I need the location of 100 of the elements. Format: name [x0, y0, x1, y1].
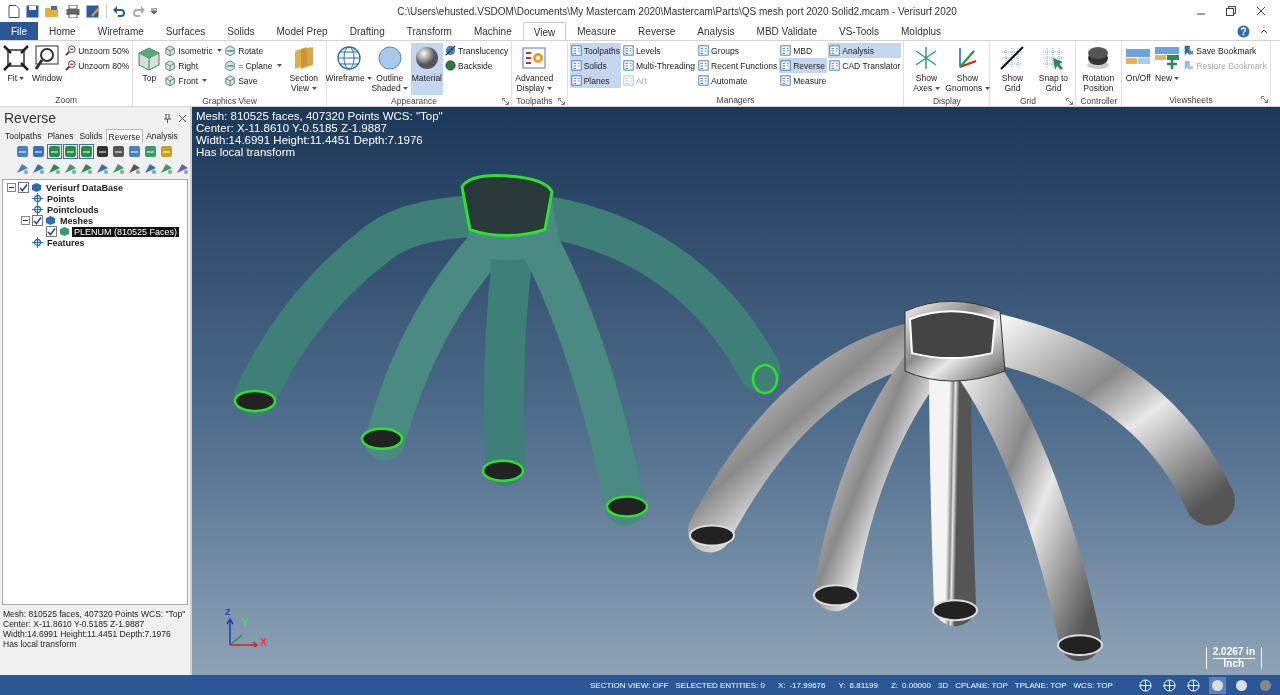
ribbon-tab[interactable]: Analysis — [686, 22, 746, 40]
ribbon-button[interactable]: Section View — [283, 43, 324, 95]
status-text[interactable]: 3D — [937, 680, 949, 690]
shading-mode-icon[interactable] — [1185, 676, 1202, 694]
status-text[interactable]: CPLANE: TOP — [955, 680, 1008, 690]
ribbon-button[interactable]: Rotation Position — [1078, 43, 1119, 95]
ribbon-button[interactable]: Unzoom 80% — [64, 58, 131, 73]
collapse-icon[interactable] — [1260, 28, 1268, 34]
ribbon-button[interactable]: Levels — [622, 43, 697, 58]
ribbon-tab[interactable]: Moldplus — [890, 22, 953, 40]
ribbon-button[interactable]: Unzoom 50% — [64, 43, 131, 58]
ribbon-button[interactable]: Recent Functions — [697, 58, 779, 73]
status-text[interactable]: WCS: TOP — [1073, 680, 1113, 690]
toolbar-icon[interactable] — [96, 145, 109, 158]
ribbon-button[interactable]: Groups — [697, 43, 779, 58]
dialog-launcher-icon[interactable] — [557, 98, 565, 105]
shading-mode-icon[interactable] — [1161, 676, 1178, 694]
ribbon-tab[interactable]: Surfaces — [154, 22, 217, 40]
ribbon-button[interactable]: Isometric — [164, 43, 224, 58]
tree-item[interactable]: Features — [45, 237, 87, 248]
ribbon-button[interactable]: Planes — [569, 73, 621, 88]
ribbon-button[interactable]: Fit — [2, 43, 30, 93]
ribbon-button[interactable]: Rotate — [224, 43, 283, 58]
ribbon-button[interactable]: New — [1153, 43, 1182, 93]
ribbon-tab[interactable]: MBD Validate — [745, 22, 828, 40]
panel-tab[interactable]: Analysis — [143, 129, 181, 143]
ribbon-tab[interactable]: Drafting — [338, 22, 396, 40]
pin-icon[interactable] — [164, 113, 171, 123]
ribbon-button[interactable]: Reverse — [779, 58, 828, 73]
ribbon-button[interactable]: Toolpaths — [569, 43, 621, 58]
expander-icon[interactable] — [7, 183, 16, 192]
print-icon[interactable] — [66, 4, 80, 18]
ribbon-button[interactable]: Translucency — [444, 43, 510, 58]
panel-tab[interactable]: Reverse — [105, 129, 144, 143]
folder-icon[interactable] — [45, 4, 60, 18]
ribbon-button[interactable]: Snap to Grid — [1033, 43, 1074, 95]
ribbon-button[interactable]: Front — [164, 73, 224, 88]
tree-item[interactable]: Verisurf DataBase — [44, 182, 126, 193]
expander-icon[interactable] — [21, 216, 30, 225]
help-icon[interactable] — [1237, 24, 1250, 38]
caret-icon — [546, 87, 552, 91]
checkbox[interactable] — [32, 215, 43, 226]
ribbon-button[interactable]: Automate — [697, 73, 779, 88]
ribbon-button[interactable]: Analysis — [828, 43, 902, 58]
ribbon-button[interactable]: Advanced Display — [514, 43, 555, 95]
caret-icon[interactable] — [151, 8, 157, 14]
ribbon-tab[interactable]: VS-Tools — [828, 22, 891, 40]
caret-icon — [276, 64, 282, 67]
toolbar-icon[interactable] — [128, 162, 141, 175]
undo-icon[interactable] — [113, 4, 126, 18]
tree-item[interactable]: Meshes — [58, 215, 96, 226]
panel-tab[interactable]: Solids — [76, 129, 106, 143]
ribbon-tab[interactable]: Measure — [566, 22, 628, 40]
graphics-viewport[interactable]: Mesh: 810525 faces, 407320 Points WCS: "Top" Center: X-11.8610 Y-0.5185 Z-1.9887 Width:14.6991 Height:11.4451 Depth:7.1976 Has local transform Z Y X 2.0267 in Inch — [192, 107, 1280, 675]
ribbon-tab[interactable]: Transform — [395, 22, 463, 40]
ribbon-button[interactable]: Window — [31, 43, 64, 93]
ribbon-button[interactable]: Save Bookmark — [1182, 43, 1268, 58]
file-tab[interactable]: File — [0, 22, 38, 40]
ribbon-button[interactable]: Show Gnomons — [947, 43, 988, 95]
ribbon-button[interactable]: MBD — [779, 43, 828, 58]
ribbon-button[interactable]: Material — [410, 43, 443, 95]
save-as-icon[interactable] — [86, 4, 100, 18]
tree-item[interactable]: PLENUM (810525 Faces) — [72, 226, 180, 237]
ribbon-button[interactable]: Backside — [444, 58, 510, 73]
ribbon-tab[interactable]: Home — [38, 22, 87, 40]
ribbon-button[interactable]: Outline Shaded — [369, 43, 410, 95]
dialog-launcher-icon[interactable] — [1260, 96, 1268, 103]
ribbon-button[interactable]: = Cplane — [224, 58, 283, 73]
tree-item[interactable]: Points — [45, 193, 77, 204]
ribbon-button[interactable]: Solids — [569, 58, 621, 73]
panel-tab[interactable]: Toolpaths — [2, 129, 45, 143]
new-file-icon[interactable] — [8, 4, 20, 18]
restore-icon[interactable] — [1226, 6, 1236, 16]
ribbon-button[interactable]: Show Grid — [992, 43, 1033, 95]
ribbon-button[interactable]: Top — [135, 43, 164, 95]
tree-item[interactable]: Pointclouds — [45, 204, 101, 215]
dialog-launcher-icon[interactable] — [1066, 98, 1074, 105]
panel-tab[interactable]: Planes — [44, 129, 77, 143]
ribbon-tab[interactable]: Model Prep — [265, 22, 339, 40]
shading-mode-icon[interactable] — [1209, 676, 1226, 694]
ribbon-button[interactable]: On/Off — [1124, 43, 1153, 93]
close-icon[interactable] — [1256, 6, 1266, 16]
ribbon-tab[interactable]: Solids — [216, 22, 266, 40]
checkbox[interactable] — [46, 226, 57, 237]
toolbar-icon[interactable] — [112, 145, 125, 158]
dialog-launcher-icon[interactable] — [502, 98, 510, 105]
status-text[interactable]: TPLANE: TOP — [1014, 680, 1067, 690]
ribbon-button[interactable]: Right — [164, 58, 224, 73]
close-icon[interactable] — [179, 114, 186, 122]
shading-mode-icon[interactable] — [1137, 676, 1154, 694]
ribbon-button[interactable]: Measure — [779, 73, 828, 88]
ribbon-tab[interactable]: Wireframe — [86, 22, 155, 40]
ribbon-tab[interactable]: Machine — [462, 22, 523, 40]
ribbon-button[interactable]: Save — [224, 73, 283, 88]
group-label: Graphics View — [201, 95, 258, 106]
ribbon-button[interactable]: Multi-Threading — [622, 58, 697, 73]
checkbox[interactable] — [18, 182, 29, 193]
ribbon-button[interactable]: CAD Translator — [828, 58, 902, 73]
save-icon[interactable] — [26, 4, 39, 18]
ribbon-tab[interactable]: Reverse — [627, 22, 687, 40]
